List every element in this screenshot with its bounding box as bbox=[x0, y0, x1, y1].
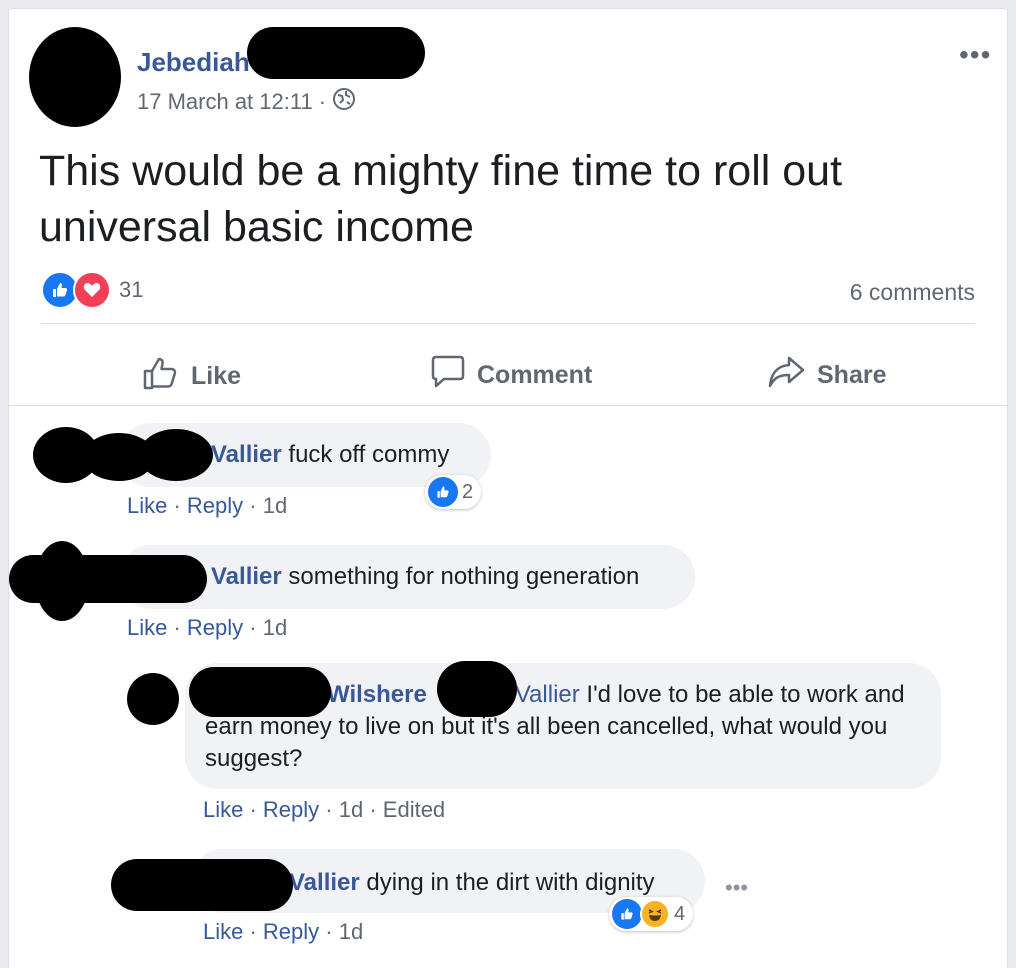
reply-like-link[interactable]: Like bbox=[203, 919, 243, 944]
mention-link[interactable]: Vallier bbox=[515, 681, 580, 708]
reaction-summary[interactable]: 31 bbox=[41, 271, 143, 309]
comment-time[interactable]: 1d bbox=[263, 615, 287, 640]
love-reaction-icon bbox=[73, 271, 111, 309]
redacted-reply-name bbox=[189, 667, 331, 717]
haha-reaction-icon bbox=[640, 899, 670, 929]
reply-text: dying in the dirt with dignity bbox=[359, 869, 655, 896]
like-reaction-icon bbox=[612, 899, 642, 929]
reply-actions: Like · Reply · 1d bbox=[203, 919, 364, 944]
reply-like-link[interactable]: Like bbox=[203, 797, 243, 822]
reply-reply-link[interactable]: Reply bbox=[263, 919, 319, 944]
redacted-reply-name bbox=[111, 859, 293, 911]
divider bbox=[41, 323, 975, 324]
comment-button[interactable]: Comment bbox=[429, 354, 592, 397]
redacted-commenter-name bbox=[9, 555, 207, 603]
redacted-avatar bbox=[29, 27, 121, 127]
post-card: Jebediah 17 March at 12:11 · ••• This wo… bbox=[8, 8, 1008, 968]
reply-author-name[interactable]: Wilshere bbox=[327, 681, 427, 708]
like-button[interactable]: Like bbox=[141, 354, 241, 399]
comment-author-name[interactable]: Vallier bbox=[211, 563, 282, 590]
comment-reply-link[interactable]: Reply bbox=[187, 615, 243, 640]
reply-time[interactable]: 1d bbox=[339, 797, 363, 822]
comment-reply-link[interactable]: Reply bbox=[187, 493, 243, 518]
post-options-icon[interactable]: ••• bbox=[959, 39, 991, 71]
comment-reaction-count: 2 bbox=[462, 480, 474, 503]
edited-label[interactable]: Edited bbox=[383, 797, 445, 822]
post-meta: 17 March at 12:11 · bbox=[137, 87, 356, 117]
redacted-surname bbox=[247, 27, 425, 79]
reply-reply-link[interactable]: Reply bbox=[263, 797, 319, 822]
redacted-reply-surname bbox=[437, 661, 517, 717]
reply-actions: Like · Reply · 1d · Edited bbox=[203, 797, 446, 822]
reply-options-icon[interactable]: ••• bbox=[725, 875, 748, 901]
share-icon bbox=[767, 354, 807, 397]
redacted-reply-avatar bbox=[127, 673, 179, 725]
thumbs-up-icon bbox=[141, 354, 181, 399]
reply-reaction-count: 4 bbox=[674, 902, 686, 925]
post-text: This would be a mighty fine time to roll… bbox=[39, 147, 843, 251]
comments-count-link[interactable]: 6 comments bbox=[850, 279, 975, 306]
post-timestamp[interactable]: 17 March at 12:11 bbox=[137, 89, 313, 115]
post-author-name[interactable]: Jebediah bbox=[137, 47, 250, 78]
comment-reactions[interactable]: 2 bbox=[425, 475, 482, 509]
comments-divider bbox=[9, 405, 1007, 406]
comment-time[interactable]: 1d bbox=[263, 493, 287, 518]
comment-like-link[interactable]: Like bbox=[127, 615, 167, 640]
comment-actions: Like · Reply · 1d bbox=[127, 615, 288, 640]
comment-like-link[interactable]: Like bbox=[127, 493, 167, 518]
reply-author-name[interactable]: Vallier bbox=[289, 869, 360, 896]
reply-reactions[interactable]: 4 bbox=[609, 897, 694, 931]
redacted-commenter-name bbox=[139, 429, 213, 481]
comment-icon bbox=[429, 354, 467, 397]
comment-text: something for nothing generation bbox=[281, 563, 640, 590]
comment-actions: Like · Reply · 1d bbox=[127, 493, 288, 518]
like-reaction-icon bbox=[428, 477, 458, 507]
comment-author-name[interactable]: Vallier bbox=[211, 441, 282, 468]
share-button[interactable]: Share bbox=[767, 354, 886, 397]
reaction-count: 31 bbox=[119, 277, 144, 302]
comment-text: fuck off commy bbox=[281, 441, 450, 468]
globe-icon bbox=[332, 87, 356, 117]
reply-time[interactable]: 1d bbox=[339, 919, 363, 944]
